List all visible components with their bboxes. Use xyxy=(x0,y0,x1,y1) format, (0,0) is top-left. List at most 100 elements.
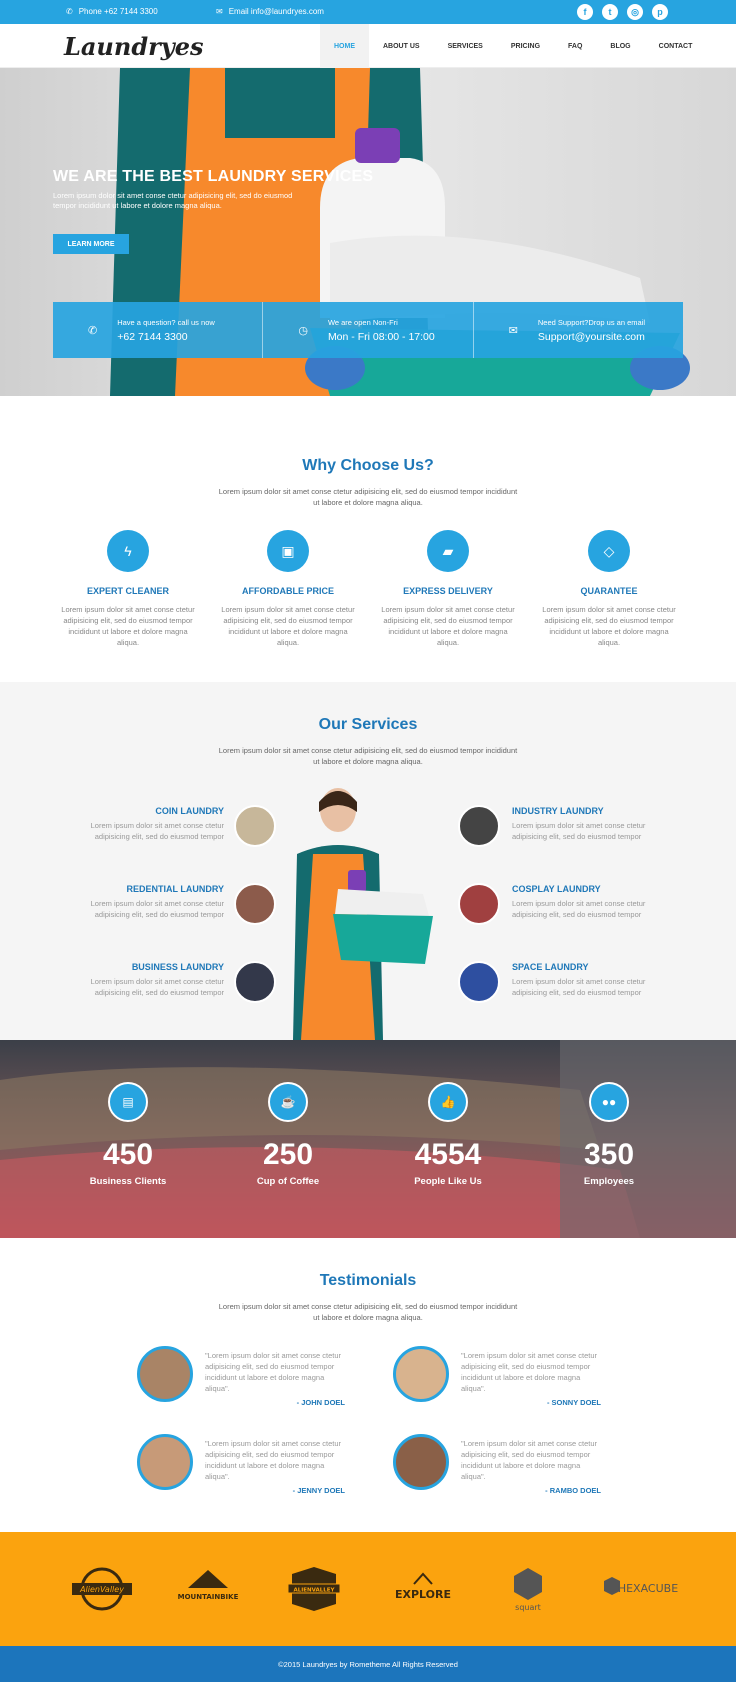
service-thumbnail xyxy=(458,805,500,847)
why-title: Why Choose Us? xyxy=(302,457,434,474)
info-question: Need Support?Drop us an email xyxy=(537,317,646,327)
envelope-icon: ✉ xyxy=(508,324,518,337)
service-thumbnail xyxy=(458,883,500,925)
services-section: Our Services Lorem ipsum dolor sit amet … xyxy=(0,682,736,1040)
nav-item-contact[interactable]: CONTACT xyxy=(645,24,707,68)
avatar xyxy=(137,1346,193,1402)
stats-section: ▤ 450 Business Clients ☕ 250 Cup of Coff… xyxy=(0,1040,736,1238)
testimonial-quote: "Lorem ipsum dolor sit amet conse ctetur… xyxy=(205,1351,342,1393)
brand-logo-alienvalley-badge[interactable]: ALIENVALLEY xyxy=(284,1566,344,1612)
avatar xyxy=(393,1434,449,1490)
coffee-icon: ☕ xyxy=(268,1082,308,1122)
feature-text: Lorem ipsum dolor sit amet conse ctetur … xyxy=(221,605,355,647)
truck-icon: ▰ xyxy=(427,530,469,572)
service-title[interactable]: COIN LAUNDRY xyxy=(64,806,224,816)
stat-label: Cup of Coffee xyxy=(256,1176,320,1187)
service-title[interactable]: REDENTIAL LAUNDRY xyxy=(64,884,224,894)
brand-logo-squart[interactable]: squart xyxy=(510,1566,546,1612)
info-hours: ◷ We are open Non-Fri Mon - Fri 08:00 - 1… xyxy=(263,302,474,358)
service-text: Lorem ipsum dolor sit amet conse ctetur … xyxy=(512,899,646,919)
nav-item-about[interactable]: ABOUT US xyxy=(369,24,434,68)
testimonial-author: - RAMBO DOEL xyxy=(545,1486,601,1495)
service-title[interactable]: BUSINESS LAUNDRY xyxy=(64,962,224,972)
brand-logo-mountainbike[interactable]: MOUNTAINBIKE xyxy=(176,1566,240,1612)
top-email[interactable]: ✉ Email info@laundryes.com xyxy=(216,7,324,16)
service-space-laundry: SPACE LAUNDRY Lorem ipsum dolor sit amet… xyxy=(512,962,672,998)
stat-business-clients: ▤ 450 Business Clients xyxy=(58,1082,198,1187)
squart-logo: squart xyxy=(514,1568,542,1612)
pinterest-icon[interactable]: p xyxy=(652,4,668,20)
service-thumbnail xyxy=(458,961,500,1003)
explore-logo: EXPLORE xyxy=(395,1572,451,1601)
testimonial-quote: "Lorem ipsum dolor sit amet conse ctetur… xyxy=(461,1439,598,1481)
services-subtitle: Lorem ipsum dolor sit amet conse ctetur … xyxy=(218,746,518,766)
money-icon: ▣ xyxy=(267,530,309,572)
testimonial-author: - SONNY DOEL xyxy=(546,1398,601,1407)
learn-more-button[interactable]: LEARN MORE xyxy=(53,234,129,254)
nav-item-home[interactable]: HOME xyxy=(320,24,369,68)
service-text: Lorem ipsum dolor sit amet conse ctetur … xyxy=(90,977,224,997)
facebook-icon[interactable]: f xyxy=(577,4,593,20)
feature-text: Lorem ipsum dolor sit amet conse ctetur … xyxy=(542,605,676,647)
feature-title: QUARANTEE xyxy=(580,586,638,596)
footer: ©2015 Laundryes by Rometheme All Rights … xyxy=(0,1646,736,1682)
twitter-icon[interactable]: t xyxy=(602,4,618,20)
phone-icon: ✆ xyxy=(88,324,98,337)
hero-title: WE ARE THE BEST LAUNDRY SERVICES xyxy=(53,168,374,185)
service-cosplay-laundry: COSPLAY LAUNDRY Lorem ipsum dolor sit am… xyxy=(512,884,672,920)
services-person-image xyxy=(293,788,433,1040)
feature-title: AFFORDABLE PRICE xyxy=(242,586,334,596)
top-phone: ✆ Phone +62 7144 3300 xyxy=(66,7,158,16)
info-email: ✉ Need Support?Drop us an email Support@y… xyxy=(474,302,683,358)
services-title: Our Services xyxy=(318,716,418,733)
info-value: +62 7144 3300 xyxy=(117,330,188,343)
stat-label: Business Clients xyxy=(89,1176,167,1187)
alienvalley-badge-logo: ALIENVALLEY xyxy=(287,1567,341,1611)
service-title[interactable]: COSPLAY LAUNDRY xyxy=(512,884,672,894)
service-coin-laundry: COIN LAUNDRY Lorem ipsum dolor sit amet … xyxy=(64,806,224,842)
top-phone-label: Phone +62 7144 3300 xyxy=(78,7,158,16)
brand-logo-explore[interactable]: EXPLORE xyxy=(388,1566,458,1612)
brand-logos-bar: AlienValley MOUNTAINBIKE ALIENVALLEY EXP… xyxy=(0,1532,736,1646)
testimonials-subtitle: Lorem ipsum dolor sit amet conse ctetur … xyxy=(218,1302,518,1322)
service-industry-laundry: INDUSTRY LAUNDRY Lorem ipsum dolor sit a… xyxy=(512,806,672,842)
feature-title: EXPERT CLEANER xyxy=(86,586,169,596)
avatar xyxy=(393,1346,449,1402)
stat-cup-of-coffee: ☕ 250 Cup of Coffee xyxy=(218,1082,358,1187)
logo[interactable]: Laundryes xyxy=(64,32,203,61)
users-icon: ●● xyxy=(589,1082,629,1122)
clock-icon: ◷ xyxy=(298,324,308,337)
stat-label: Employees xyxy=(583,1176,635,1187)
service-residential-laundry: REDENTIAL LAUNDRY Lorem ipsum dolor sit … xyxy=(64,884,224,920)
why-subtitle: Lorem ipsum dolor sit amet conse ctetur … xyxy=(218,487,518,507)
feature-title: EXPRESS DELIVERY xyxy=(403,586,493,596)
service-title[interactable]: SPACE LAUNDRY xyxy=(512,962,672,972)
stat-people-like-us: 👍 4554 People Like Us xyxy=(378,1082,518,1187)
instagram-icon[interactable]: ◎ xyxy=(627,4,643,20)
stat-number: 4554 xyxy=(414,1138,482,1171)
nav-item-faq[interactable]: FAQ xyxy=(554,24,596,68)
hexacube-logo: HEXACUBE xyxy=(604,1577,678,1595)
avatar xyxy=(137,1434,193,1490)
feature-affordable-price: ▣ AFFORDABLE PRICE Lorem ipsum dolor sit… xyxy=(218,530,358,648)
nav-item-blog[interactable]: BLOG xyxy=(596,24,644,68)
stat-label: People Like Us xyxy=(414,1176,482,1187)
info-value[interactable]: Support@yoursite.com xyxy=(538,331,645,343)
stat-number: 250 xyxy=(262,1138,314,1171)
nav-menu: HOME ABOUT US SERVICES PRICING FAQ BLOG … xyxy=(320,24,706,68)
info-value: Mon - Fri 08:00 - 17:00 xyxy=(327,330,435,343)
service-text: Lorem ipsum dolor sit amet conse ctetur … xyxy=(512,821,646,841)
service-text: Lorem ipsum dolor sit amet conse ctetur … xyxy=(90,899,224,919)
brand-logo-alienvalley[interactable]: AlienValley xyxy=(64,1566,140,1612)
service-thumbnail xyxy=(234,805,276,847)
nav-item-services[interactable]: SERVICES xyxy=(434,24,497,68)
testimonial-author: - JENNY DOEL xyxy=(292,1486,345,1495)
brand-logo-hexacube[interactable]: HEXACUBE xyxy=(594,1566,678,1612)
nav-item-pricing[interactable]: PRICING xyxy=(497,24,554,68)
hero-text: Lorem ipsum dolor sit amet conse ctetur … xyxy=(53,191,293,210)
feature-expert-cleaner: ϟ EXPERT CLEANER Lorem ipsum dolor sit a… xyxy=(58,530,198,648)
service-business-laundry: BUSINESS LAUNDRY Lorem ipsum dolor sit a… xyxy=(64,962,224,998)
service-title[interactable]: INDUSTRY LAUNDRY xyxy=(512,806,672,816)
stat-number: 450 xyxy=(102,1138,154,1171)
testimonials-title: Testimonials xyxy=(319,1272,417,1289)
